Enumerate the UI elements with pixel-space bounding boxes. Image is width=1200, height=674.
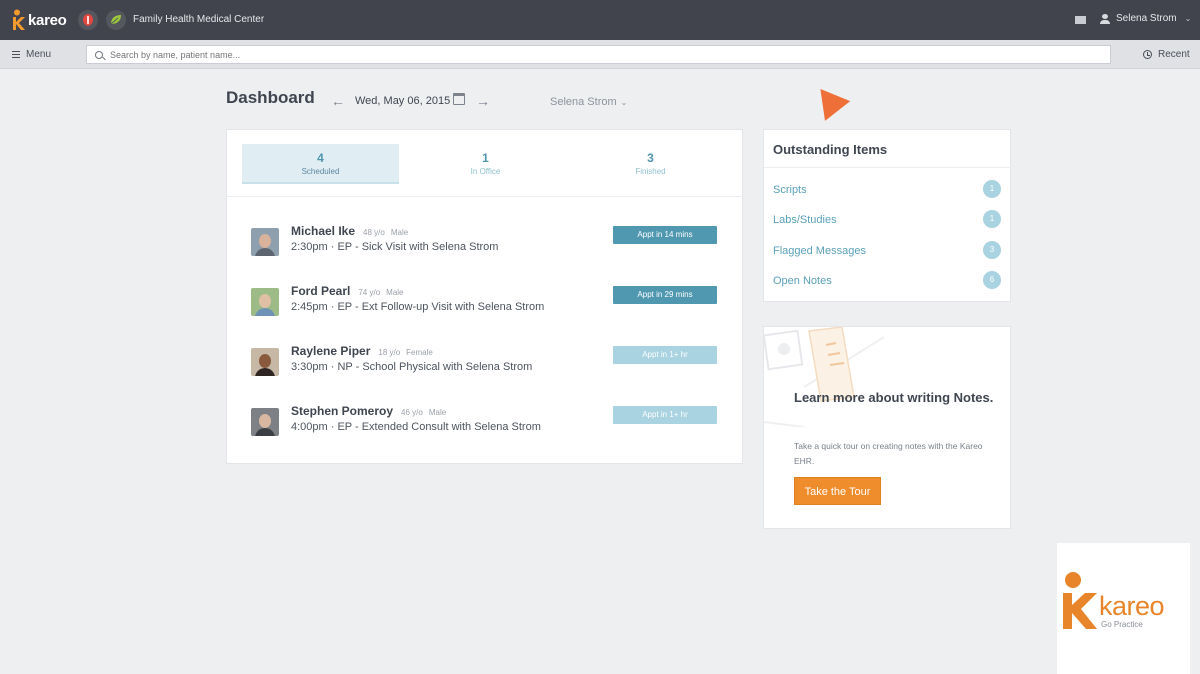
calendar-icon[interactable] — [453, 93, 465, 105]
appointment-row[interactable]: Stephen Pomeroy 46 y/o Male 4:00pm · EP - … — [251, 404, 721, 444]
provider-name: Selena Strom — [550, 96, 617, 108]
next-day-arrow-icon[interactable]: → — [476, 93, 490, 109]
count-badge: 6 — [983, 271, 1001, 289]
outstanding-item-open-notes[interactable]: Open Notes 6 — [773, 271, 1001, 291]
avatar — [251, 348, 279, 376]
appointment-row[interactable]: Raylene Piper 18 y/o Female 3:30pm · NP - … — [251, 344, 721, 384]
patient-sex: Male — [428, 408, 447, 417]
appointment-status-badge: Appt in 1+ hr — [613, 406, 717, 424]
hamburger-icon — [12, 51, 20, 58]
app-switch-icon[interactable] — [78, 10, 98, 30]
appointment-detail: 3:30pm · NP - School Physical with Selen… — [291, 361, 533, 373]
appointment-status-badge: Appt in 1+ hr — [613, 346, 717, 364]
patient-sex: Male — [390, 228, 409, 237]
watermark-brand: kareo — [1099, 591, 1165, 621]
kareo-watermark-logo-icon — [1063, 572, 1097, 629]
user-menu[interactable]: Selena Strom ⌄ — [1100, 13, 1191, 24]
count-badge: 1 — [983, 180, 1001, 198]
patient-sex: Male — [386, 288, 404, 297]
patient-name-line[interactable]: Ford Pearl 74 y/o Male — [291, 284, 404, 298]
avatar — [251, 288, 279, 316]
tab-count: 3 — [647, 151, 654, 165]
outstanding-item-label[interactable]: Labs/Studies — [773, 214, 837, 226]
outstanding-title: Outstanding Items — [773, 142, 888, 157]
previous-day-arrow-icon[interactable]: ← — [331, 93, 345, 109]
top-bar: kareo Family Health Medical Center Selen… — [0, 0, 1200, 40]
practice-name[interactable]: Family Health Medical Center — [133, 14, 264, 25]
patient-name-line[interactable]: Michael Ike 48 y/o Male — [291, 224, 408, 238]
patient-age: 48 y/o — [363, 228, 385, 237]
provider-select[interactable]: Selena Strom ⌄ — [550, 96, 627, 108]
tab-count: 1 — [482, 151, 489, 165]
outstanding-item-label[interactable]: Open Notes — [773, 275, 832, 287]
tab-label: In Office — [470, 167, 501, 176]
patient-age: 18 y/o — [378, 348, 401, 357]
outstanding-items-card: Outstanding Items Scripts 1 Labs/Studies… — [763, 129, 1012, 302]
divider — [764, 167, 1012, 168]
status-tabs: 4 Scheduled 1 In Office 3 Finished — [242, 144, 730, 184]
tab-label: Scheduled — [301, 167, 340, 176]
tab-finished[interactable]: 3 Finished — [572, 144, 729, 184]
patient-age: 74 y/o — [358, 288, 381, 297]
appointment-detail: 2:45pm · EP - Ext Follow-up Visit with S… — [291, 301, 545, 313]
leaf-app-icon[interactable] — [106, 10, 126, 30]
avatar — [251, 228, 279, 256]
patient-age: 46 y/o — [401, 408, 423, 417]
notes-illustration-icon — [764, 327, 885, 427]
kareo-logo[interactable]: kareo — [10, 8, 67, 32]
mail-icon[interactable] — [1075, 16, 1086, 24]
current-date: Wed, May 06, 2015 — [355, 95, 451, 107]
search-input[interactable] — [110, 49, 1010, 60]
appointment-detail: 2:30pm · EP - Sick Visit with Selena Str… — [291, 241, 499, 253]
learn-notes-card: Learn more about writing Notes. Take a q… — [763, 326, 1011, 529]
kareo-logo-icon — [13, 9, 25, 30]
outstanding-item-scripts[interactable]: Scripts 1 — [773, 180, 1001, 200]
take-the-tour-button[interactable]: Take the Tour — [794, 477, 881, 505]
cursor-pointer-icon — [807, 79, 851, 121]
watermark-tagline: Go Practice — [1101, 620, 1143, 629]
patient-name-line[interactable]: Stephen Pomeroy 46 y/o Male — [291, 404, 446, 418]
appointment-status-badge: Appt in 29 mins — [613, 286, 717, 304]
count-badge: 3 — [983, 241, 1001, 259]
appointment-status-badge: Appt in 14 mins — [613, 226, 717, 244]
appointment-row[interactable]: Michael Ike 48 y/o Male 2:30pm · EP - Sick… — [251, 224, 721, 264]
chevron-down-icon: ⌄ — [620, 98, 628, 107]
patient-name-line[interactable]: Raylene Piper 18 y/o Female — [291, 344, 433, 358]
appointment-row[interactable]: Ford Pearl 74 y/o Male 2:45pm · EP - Ext F… — [251, 284, 721, 324]
appointment-detail: 4:00pm · EP - Extended Consult with Sele… — [291, 421, 541, 433]
recent-label: Recent — [1158, 49, 1190, 60]
kareo-watermark: kareo Go Practice — [1057, 543, 1190, 674]
search-bar-row: Menu Recent — [0, 40, 1200, 69]
search-icon — [95, 50, 103, 59]
patient-name[interactable]: Stephen Pomeroy — [291, 404, 393, 418]
schedule-card: 4 Scheduled 1 In Office 3 Finished Micha… — [226, 129, 744, 464]
outstanding-item-flagged-messages[interactable]: Flagged Messages 3 — [773, 241, 1001, 261]
count-badge: 1 — [983, 210, 1001, 228]
divider — [227, 196, 744, 197]
outstanding-item-label[interactable]: Scripts — [773, 184, 807, 196]
brand-name: kareo — [28, 11, 67, 29]
chevron-down-icon: ⌄ — [1184, 14, 1192, 23]
patient-name[interactable]: Raylene Piper — [291, 344, 370, 358]
clock-icon — [1143, 50, 1152, 59]
learn-description: Take a quick tour on creating notes with… — [794, 441, 983, 466]
tab-scheduled[interactable]: 4 Scheduled — [242, 144, 399, 184]
user-name: Selena Strom — [1116, 13, 1177, 24]
search-field[interactable] — [86, 45, 1111, 64]
tab-in-office[interactable]: 1 In Office — [407, 144, 564, 184]
menu-button[interactable]: Menu — [12, 49, 51, 60]
avatar — [251, 408, 279, 436]
outstanding-item-label[interactable]: Flagged Messages — [773, 245, 866, 257]
patient-sex: Female — [406, 348, 433, 357]
page-title: Dashboard — [226, 88, 315, 107]
outstanding-item-labs[interactable]: Labs/Studies 1 — [773, 210, 1001, 230]
recent-button[interactable]: Recent — [1143, 49, 1190, 60]
menu-label: Menu — [26, 49, 52, 60]
patient-name[interactable]: Ford Pearl — [291, 284, 350, 298]
tab-count: 4 — [317, 151, 324, 165]
user-icon — [1100, 13, 1110, 24]
patient-name[interactable]: Michael Ike — [291, 224, 355, 238]
learn-title: Learn more about writing Notes. — [794, 390, 994, 405]
tab-label: Finished — [635, 167, 666, 176]
